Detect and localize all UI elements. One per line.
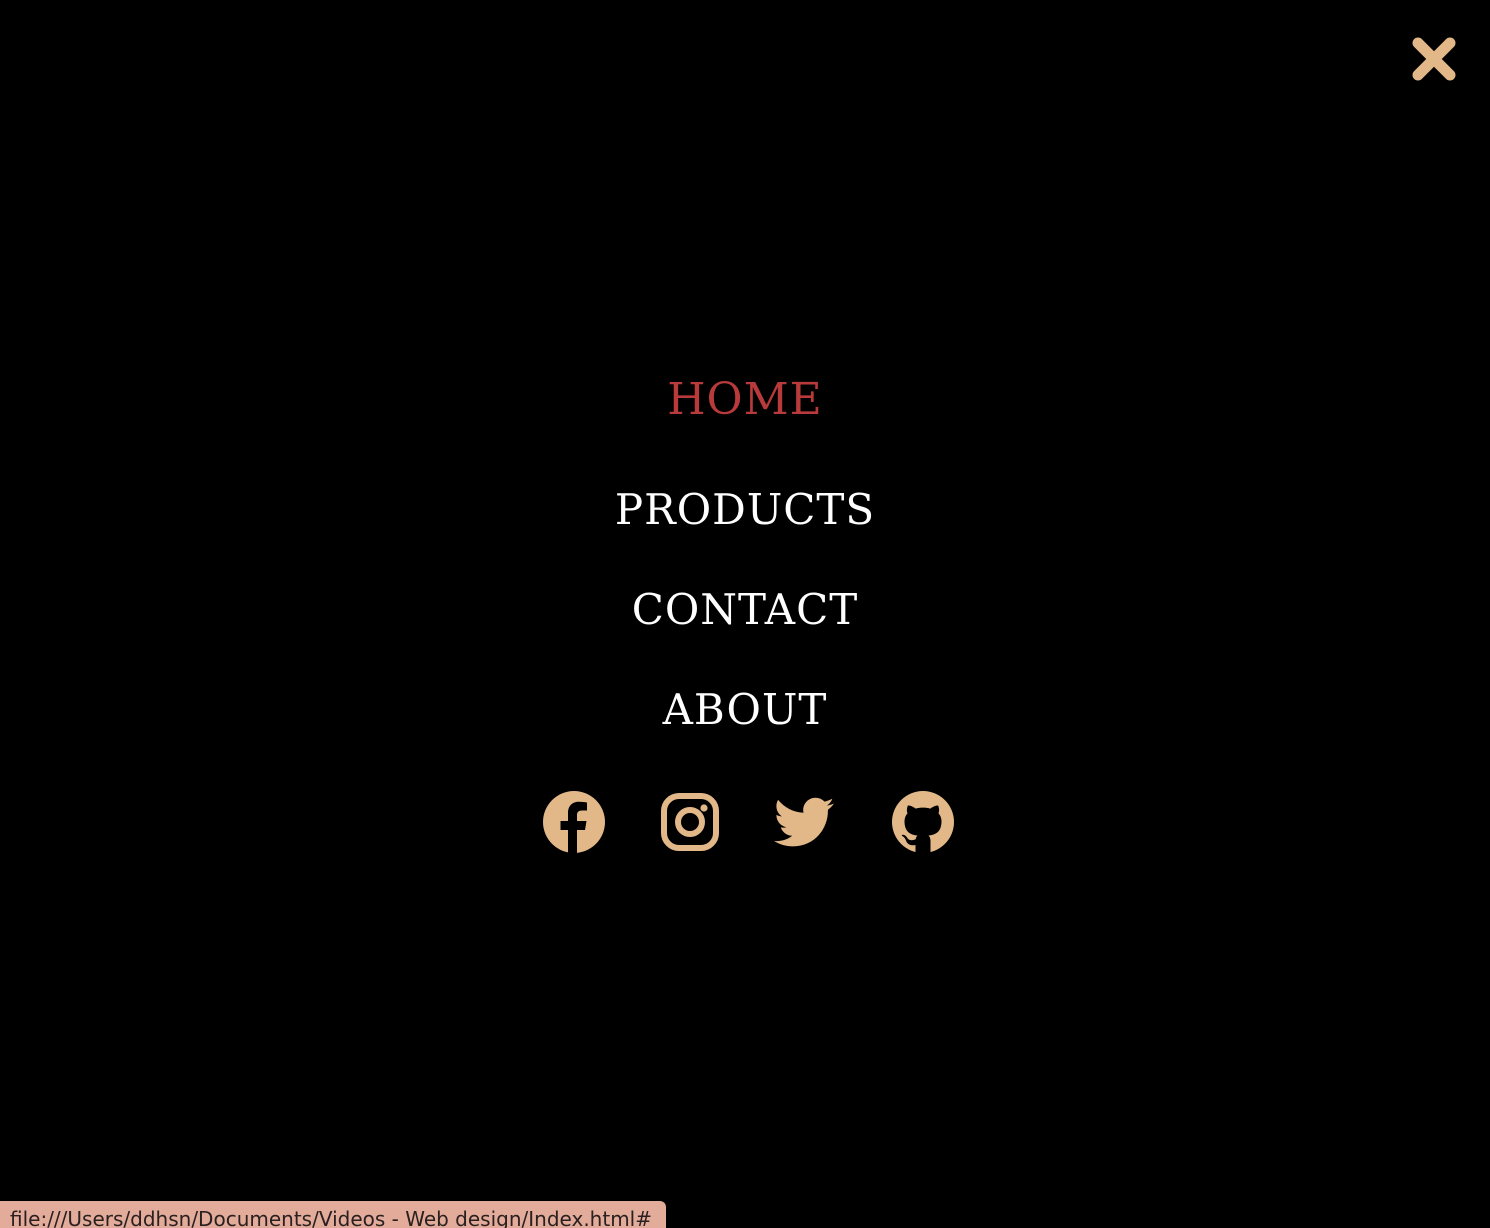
- browser-status-bar: file:///Users/ddhsn/Documents/Videos - W…: [0, 1201, 666, 1228]
- main-nav: HOME PRODUCTS CONTACT ABOUT: [0, 0, 1490, 1228]
- github-link[interactable]: [891, 790, 955, 854]
- facebook-icon: [543, 791, 605, 854]
- nav-item-label: ABOUT: [662, 685, 828, 734]
- nav-item-about[interactable]: ABOUT: [0, 680, 1490, 740]
- instagram-link[interactable]: [658, 790, 722, 854]
- nav-item-home[interactable]: HOME: [0, 370, 1490, 430]
- status-url: file:///Users/ddhsn/Documents/Videos - W…: [10, 1207, 652, 1228]
- nav-item-label: CONTACT: [631, 585, 859, 634]
- twitter-icon: [774, 797, 834, 847]
- facebook-link[interactable]: [542, 790, 606, 854]
- nav-item-products[interactable]: PRODUCTS: [0, 480, 1490, 540]
- nav-item-contact[interactable]: CONTACT: [0, 580, 1490, 640]
- github-icon: [892, 791, 954, 853]
- social-links: [0, 790, 1490, 854]
- instagram-icon: [661, 793, 719, 851]
- nav-item-label: HOME: [667, 374, 823, 425]
- nav-item-label: PRODUCTS: [614, 485, 876, 534]
- menu-overlay: HOME PRODUCTS CONTACT ABOUT file:///User…: [0, 0, 1490, 1228]
- twitter-link[interactable]: [772, 790, 836, 854]
